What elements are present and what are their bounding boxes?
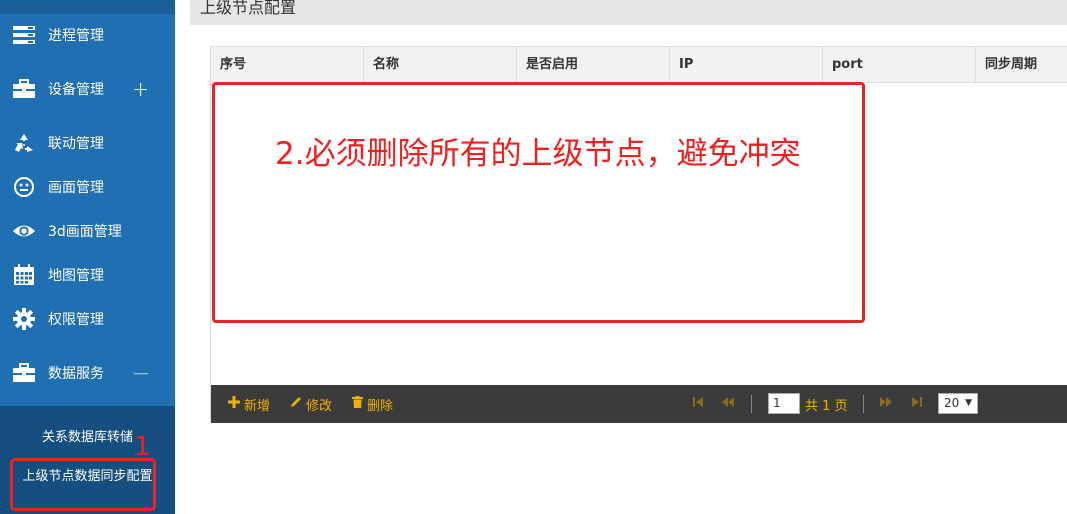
next-page-icon[interactable]: [879, 396, 893, 411]
pencil-icon: [290, 396, 302, 412]
sidebar-item-label: 数据服务: [48, 366, 104, 382]
sidebar-item-label: 地图管理: [48, 268, 104, 284]
edit-button-label: 修改: [306, 398, 333, 414]
sidebar-item-process[interactable]: 进程管理: [0, 13, 175, 57]
sidebar-item-permission[interactable]: 权限管理: [0, 297, 175, 341]
column-header-ip[interactable]: IP: [670, 47, 823, 83]
column-header-name[interactable]: 名称: [364, 47, 517, 83]
sidebar-item-device[interactable]: 设备管理 +: [0, 67, 175, 111]
expand-toggle[interactable]: +: [132, 79, 149, 99]
sidebar-item-linkage[interactable]: 联动管理: [0, 121, 175, 165]
plus-icon: [228, 396, 240, 412]
recycle-icon: [12, 131, 36, 155]
caret-down-icon: ▼: [965, 398, 972, 408]
annotation-box-grid: [212, 82, 865, 323]
sidebar-item-label: 画面管理: [48, 180, 104, 196]
smiley-icon: [12, 175, 36, 199]
grid-header: 序号 名称 是否启用 IP port 同步周期: [211, 47, 1067, 83]
grid-toolbar: 新增 修改 删除 1 共 1 页 20 ▼: [211, 385, 1067, 423]
last-page-icon[interactable]: [911, 396, 923, 411]
add-button[interactable]: 新增: [228, 395, 271, 414]
first-page-icon[interactable]: [692, 396, 704, 411]
annotation-text-main: 2.必须删除所有的上级节点，避免冲突: [275, 136, 801, 172]
server-icon: [12, 23, 36, 47]
sidebar-item-label: 联动管理: [48, 136, 104, 152]
edit-button[interactable]: 修改: [290, 395, 333, 414]
gear-icon: [12, 307, 36, 331]
column-header-enabled[interactable]: 是否启用: [517, 47, 670, 83]
sidebar-item-screen[interactable]: 画面管理: [0, 165, 175, 209]
calendar-icon: [12, 263, 36, 287]
briefcase-icon: [12, 361, 36, 385]
page-size-select[interactable]: 20 ▼: [938, 393, 978, 414]
column-header-index[interactable]: 序号: [211, 47, 364, 83]
eye-icon: [12, 219, 36, 243]
annotation-number-side: 1: [134, 432, 151, 462]
sidebar-item-3d-screen[interactable]: 3d画面管理: [0, 209, 175, 253]
sidebar-item-label: 设备管理: [48, 82, 104, 98]
sidebar-item-label: 进程管理: [48, 28, 104, 44]
sidebar-item-map[interactable]: 地图管理: [0, 253, 175, 297]
sidebar-item-label: 3d画面管理: [48, 224, 122, 240]
page-total-text: 共 1 页: [805, 399, 848, 414]
page-number-input[interactable]: 1: [768, 393, 800, 414]
page-title: 上级节点配置: [200, 0, 297, 17]
pager-divider: [863, 395, 864, 413]
sidebar-top-strip: [0, 0, 175, 14]
page-size-value: 20: [944, 396, 960, 410]
column-header-sync-period[interactable]: 同步周期: [976, 47, 1067, 83]
annotation-box-submenu: [10, 458, 156, 511]
delete-button-label: 删除: [367, 398, 394, 414]
delete-button[interactable]: 删除: [352, 395, 394, 414]
add-button-label: 新增: [244, 398, 271, 414]
prev-page-icon[interactable]: [721, 396, 735, 411]
trash-icon: [352, 396, 363, 412]
column-header-port[interactable]: port: [823, 47, 976, 83]
sidebar-item-label: 权限管理: [48, 312, 104, 328]
pager-divider: [751, 395, 752, 413]
page-title-bar: 上级节点配置: [190, 0, 1067, 25]
collapse-toggle[interactable]: —: [133, 365, 149, 381]
sidebar-item-data-service[interactable]: 数据服务 —: [0, 351, 175, 395]
briefcase-icon: [12, 77, 36, 101]
